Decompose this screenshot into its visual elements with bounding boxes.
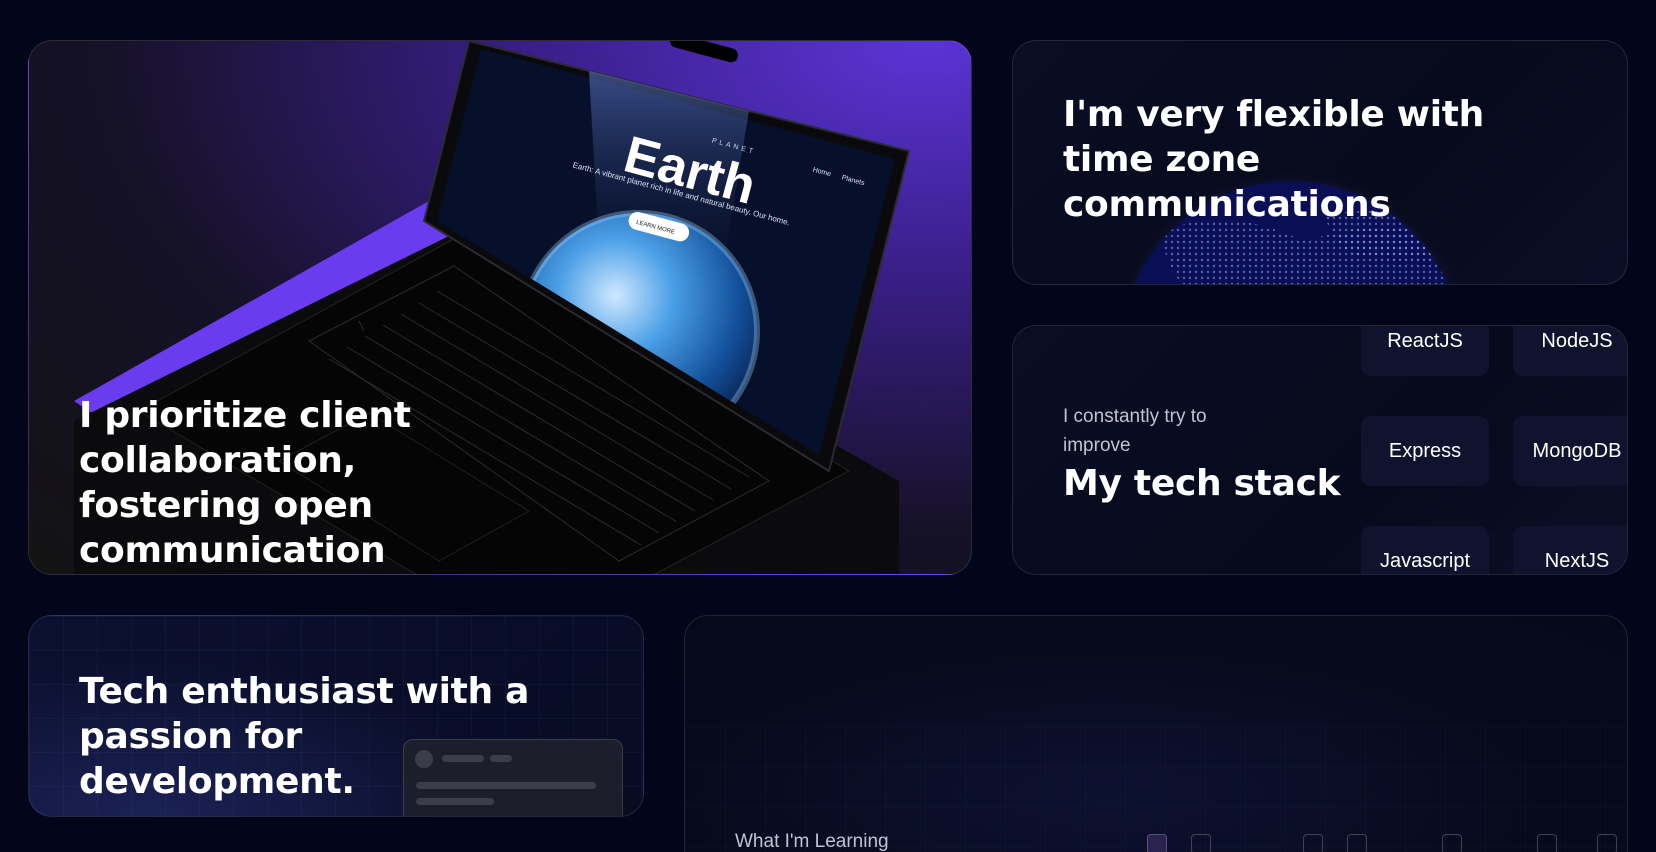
- timezone-card: I'm very flexible with time zone communi…: [1012, 40, 1628, 285]
- collaboration-title: I prioritize client collaboration, foste…: [79, 395, 411, 571]
- tech-stack-subtitle: I constantly try to improve: [1063, 406, 1207, 456]
- enthusiast-card: Tech enthusiast with a passion for devel…: [28, 615, 644, 817]
- grid-square: [1347, 834, 1367, 852]
- tech-pill-nextjs: NextJS: [1513, 526, 1627, 574]
- collaboration-card: PLANET Earth Earth: A vibrant planet ric…: [28, 40, 972, 575]
- grid-square: [1597, 834, 1617, 852]
- tech-pill-express: Express: [1361, 416, 1489, 486]
- grid-square: [1147, 834, 1167, 852]
- enthusiast-title: Tech enthusiast with a passion for devel…: [79, 671, 530, 802]
- tech-stack-card: I constantly try to improve My tech stac…: [1012, 325, 1628, 575]
- grid-square: [1191, 834, 1211, 852]
- grid-square: [1537, 834, 1557, 852]
- tech-pill-reactjs: ReactJS: [1361, 326, 1489, 376]
- tech-pill-nodejs: NodeJS: [1513, 326, 1627, 376]
- tech-pill-javascript: Javascript: [1361, 526, 1489, 574]
- learning-label: What I'm Learning: [735, 831, 889, 852]
- grid-square: [1442, 834, 1462, 852]
- tech-stack-title: My tech stack: [1063, 463, 1341, 504]
- timezone-title: I'm very flexible with time zone communi…: [1063, 94, 1484, 225]
- learning-card: What I'm Learning: [684, 615, 1628, 852]
- tech-pill-mongodb: MongoDB: [1513, 416, 1627, 486]
- grid-square: [1303, 834, 1323, 852]
